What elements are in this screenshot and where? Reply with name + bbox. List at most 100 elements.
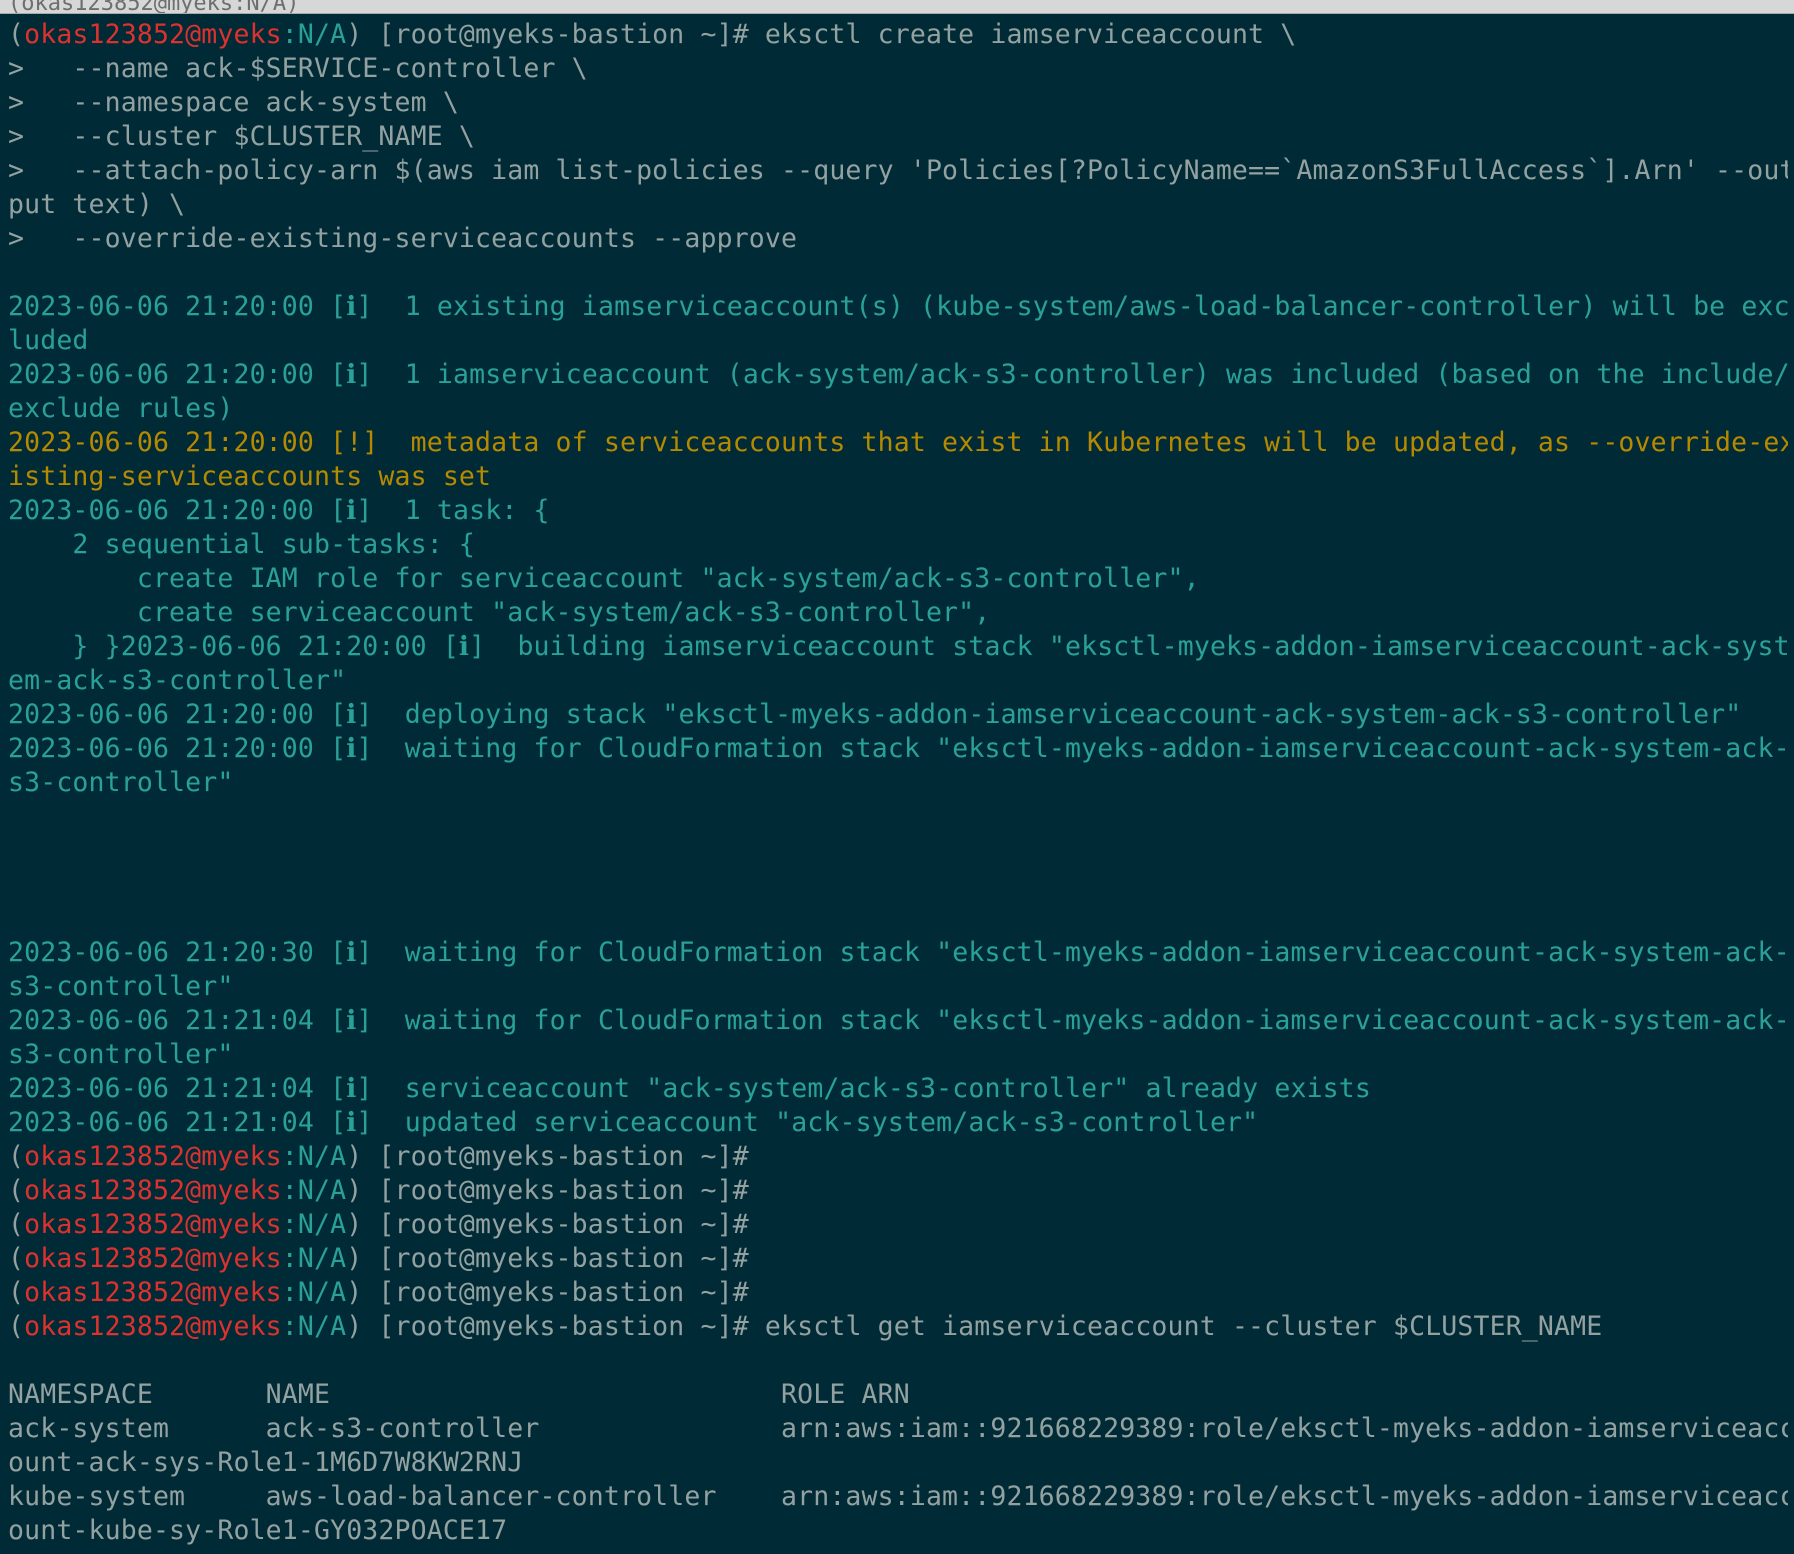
terminal-line: 2 sequential sub-tasks: { bbox=[8, 528, 1788, 562]
terminal-line: 2023-06-06 21:21:04 [ℹ] serviceaccount "… bbox=[8, 1072, 1788, 1106]
log-info-text: } }2023-06-06 21:20:00 [ℹ] building iams… bbox=[8, 631, 1788, 662]
prompt-context: :N/A bbox=[281, 1277, 347, 1308]
terminal-line: ount-kube-sy-Role1-GY032POACE17 bbox=[8, 1514, 1788, 1548]
command-output-text: ack-system ack-s3-controller arn:aws:iam… bbox=[8, 1413, 1788, 1444]
log-info-text: s3-controller" bbox=[8, 767, 234, 798]
log-info-text: 2023-06-06 21:21:04 [ℹ] waiting for Clou… bbox=[8, 1005, 1788, 1036]
log-info-text: em-ack-s3-controller" bbox=[8, 665, 347, 696]
terminal-line: (okas123852@myeks:N/A) [root@myeks-basti… bbox=[8, 1310, 1788, 1344]
terminal-line: 2023-06-06 21:20:00 [ℹ] deploying stack … bbox=[8, 698, 1788, 732]
log-info-text: 2023-06-06 21:21:04 [ℹ] updated servicea… bbox=[8, 1107, 1259, 1138]
log-info-text: 2023-06-06 21:21:04 [ℹ] serviceaccount "… bbox=[8, 1073, 1371, 1104]
command-output-text: kube-system aws-load-balancer-controller… bbox=[8, 1481, 1788, 1512]
terminal-line: 2023-06-06 21:21:04 [ℹ] waiting for Clou… bbox=[8, 1004, 1788, 1038]
terminal-line: (okas123852@myeks:N/A) [root@myeks-basti… bbox=[8, 18, 1788, 52]
terminal-line: luded bbox=[8, 324, 1788, 358]
command-text: > --name ack-$SERVICE-controller \ bbox=[8, 53, 588, 84]
terminal-line: (okas123852@myeks:N/A) [root@myeks-basti… bbox=[8, 1174, 1788, 1208]
prompt-paren: ( bbox=[8, 1243, 25, 1274]
prompt-user: okas123852@myeks bbox=[24, 1209, 282, 1240]
terminal-line: } }2023-06-06 21:20:00 [ℹ] building iams… bbox=[8, 630, 1788, 664]
command-text: > --override-existing-serviceaccounts --… bbox=[8, 223, 798, 254]
log-info-text: create serviceaccount "ack-system/ack-s3… bbox=[8, 597, 991, 628]
prompt-context: :N/A bbox=[281, 1175, 347, 1206]
terminal-line: 2023-06-06 21:20:00 [ℹ] 1 iamserviceacco… bbox=[8, 358, 1788, 392]
terminal-line: s3-controller" bbox=[8, 766, 1788, 800]
command-output-text: ount-kube-sy-Role1-GY032POACE17 bbox=[8, 1515, 508, 1546]
prompt-context: :N/A bbox=[281, 1311, 347, 1342]
prompt-context: :N/A bbox=[281, 1209, 347, 1240]
prompt-host: ) [root@myeks-bastion ~]# bbox=[346, 19, 765, 50]
command-output-text: ount-ack-sys-Role1-1M6D7W8KW2RNJ bbox=[8, 1447, 524, 1478]
terminal-line: > --name ack-$SERVICE-controller \ bbox=[8, 52, 1788, 86]
terminal-line: > --override-existing-serviceaccounts --… bbox=[8, 222, 1788, 256]
terminal-line: (okas123852@myeks:N/A) [root@myeks-basti… bbox=[8, 1140, 1788, 1174]
terminal-line: isting-serviceaccounts was set bbox=[8, 460, 1788, 494]
prompt-host: ) [root@myeks-bastion ~]# bbox=[346, 1209, 749, 1240]
command-text: > --cluster $CLUSTER_NAME \ bbox=[8, 121, 476, 152]
terminal-line: > --cluster $CLUSTER_NAME \ bbox=[8, 120, 1788, 154]
terminal-line: 2023-06-06 21:20:30 [ℹ] waiting for Clou… bbox=[8, 936, 1788, 970]
command-text: > --attach-policy-arn $(aws iam list-pol… bbox=[8, 155, 1788, 186]
terminal-line: (okas123852@myeks:N/A) [root@myeks-basti… bbox=[8, 1242, 1788, 1276]
terminal-line: exclude rules) bbox=[8, 392, 1788, 426]
prompt-context: :N/A bbox=[281, 1141, 347, 1172]
log-info-text: create IAM role for serviceaccount "ack-… bbox=[8, 563, 1200, 594]
prompt-paren: ( bbox=[8, 1277, 25, 1308]
prompt-paren: ( bbox=[8, 19, 25, 50]
prompt-user: okas123852@myeks bbox=[24, 1311, 282, 1342]
log-info-text: 2023-06-06 21:20:00 [ℹ] 1 iamserviceacco… bbox=[8, 359, 1788, 390]
prompt-host: ) [root@myeks-bastion ~]# bbox=[346, 1243, 749, 1274]
log-info-text: luded bbox=[8, 325, 89, 356]
log-info-text: 2023-06-06 21:20:00 [ℹ] deploying stack … bbox=[8, 699, 1742, 730]
command-text: put text) \ bbox=[8, 189, 186, 220]
window-title-bar: (okas123852@myeks:N/A) bbox=[0, 0, 1794, 14]
terminal-line: s3-controller" bbox=[8, 1038, 1788, 1072]
terminal-line: put text) \ bbox=[8, 188, 1788, 222]
terminal-line: NAMESPACE NAME ROLE ARN bbox=[8, 1378, 1788, 1412]
terminal-line: create serviceaccount "ack-system/ack-s3… bbox=[8, 596, 1788, 630]
terminal-line: 2023-06-06 21:20:00 [ℹ] waiting for Clou… bbox=[8, 732, 1788, 766]
prompt-paren: ( bbox=[8, 1209, 25, 1240]
prompt-context: :N/A bbox=[281, 1243, 347, 1274]
terminal-line: 2023-06-06 21:21:04 [ℹ] updated servicea… bbox=[8, 1106, 1788, 1140]
log-info-text: s3-controller" bbox=[8, 971, 234, 1002]
terminal-line: (okas123852@myeks:N/A) [root@myeks-basti… bbox=[8, 1276, 1788, 1310]
log-info-text: 2 sequential sub-tasks: { bbox=[8, 529, 476, 560]
command-text: eksctl get iamserviceaccount --cluster $… bbox=[764, 1311, 1603, 1342]
terminal-output[interactable]: (okas123852@myeks:N/A) [root@myeks-basti… bbox=[8, 18, 1788, 1554]
prompt-paren: ( bbox=[8, 1141, 25, 1172]
terminal-line: 2023-06-06 21:20:00 [!] metadata of serv… bbox=[8, 426, 1788, 460]
terminal-line: ack-system ack-s3-controller arn:aws:iam… bbox=[8, 1412, 1788, 1446]
prompt-user: okas123852@myeks bbox=[24, 1277, 282, 1308]
prompt-user: okas123852@myeks bbox=[24, 1141, 282, 1172]
log-info-text: s3-controller" bbox=[8, 1039, 234, 1070]
terminal-line: 2023-06-06 21:20:00 [ℹ] 1 task: { bbox=[8, 494, 1788, 528]
prompt-host: ) [root@myeks-bastion ~]# bbox=[346, 1175, 749, 1206]
prompt-user: okas123852@myeks bbox=[24, 1175, 282, 1206]
terminal-line: > --namespace ack-system \ bbox=[8, 86, 1788, 120]
command-text: eksctl create iamserviceaccount \ bbox=[764, 19, 1297, 50]
log-info-text: 2023-06-06 21:20:00 [ℹ] 1 task: { bbox=[8, 495, 550, 526]
terminal-line: create IAM role for serviceaccount "ack-… bbox=[8, 562, 1788, 596]
command-output-text: NAMESPACE NAME ROLE ARN bbox=[8, 1379, 910, 1410]
prompt-paren: ( bbox=[8, 1311, 25, 1342]
log-info-text: 2023-06-06 21:20:30 [ℹ] waiting for Clou… bbox=[8, 937, 1788, 968]
log-info-text: 2023-06-06 21:20:00 [ℹ] waiting for Clou… bbox=[8, 733, 1788, 764]
terminal-line: ount-ack-sys-Role1-1M6D7W8KW2RNJ bbox=[8, 1446, 1788, 1480]
log-warning-text: isting-serviceaccounts was set bbox=[8, 461, 492, 492]
terminal-line: kube-system aws-load-balancer-controller… bbox=[8, 1480, 1788, 1514]
prompt-host: ) [root@myeks-bastion ~]# bbox=[346, 1141, 749, 1172]
prompt-host: ) [root@myeks-bastion ~]# bbox=[346, 1277, 749, 1308]
prompt-context: :N/A bbox=[281, 19, 347, 50]
log-info-text: 2023-06-06 21:20:00 [ℹ] 1 existing iamse… bbox=[8, 291, 1788, 322]
window-title: (okas123852@myeks:N/A) bbox=[8, 0, 300, 14]
terminal-line: (okas123852@myeks:N/A) [root@myeks-basti… bbox=[8, 1208, 1788, 1242]
terminal-line: s3-controller" bbox=[8, 970, 1788, 1004]
command-text: > --namespace ack-system \ bbox=[8, 87, 459, 118]
